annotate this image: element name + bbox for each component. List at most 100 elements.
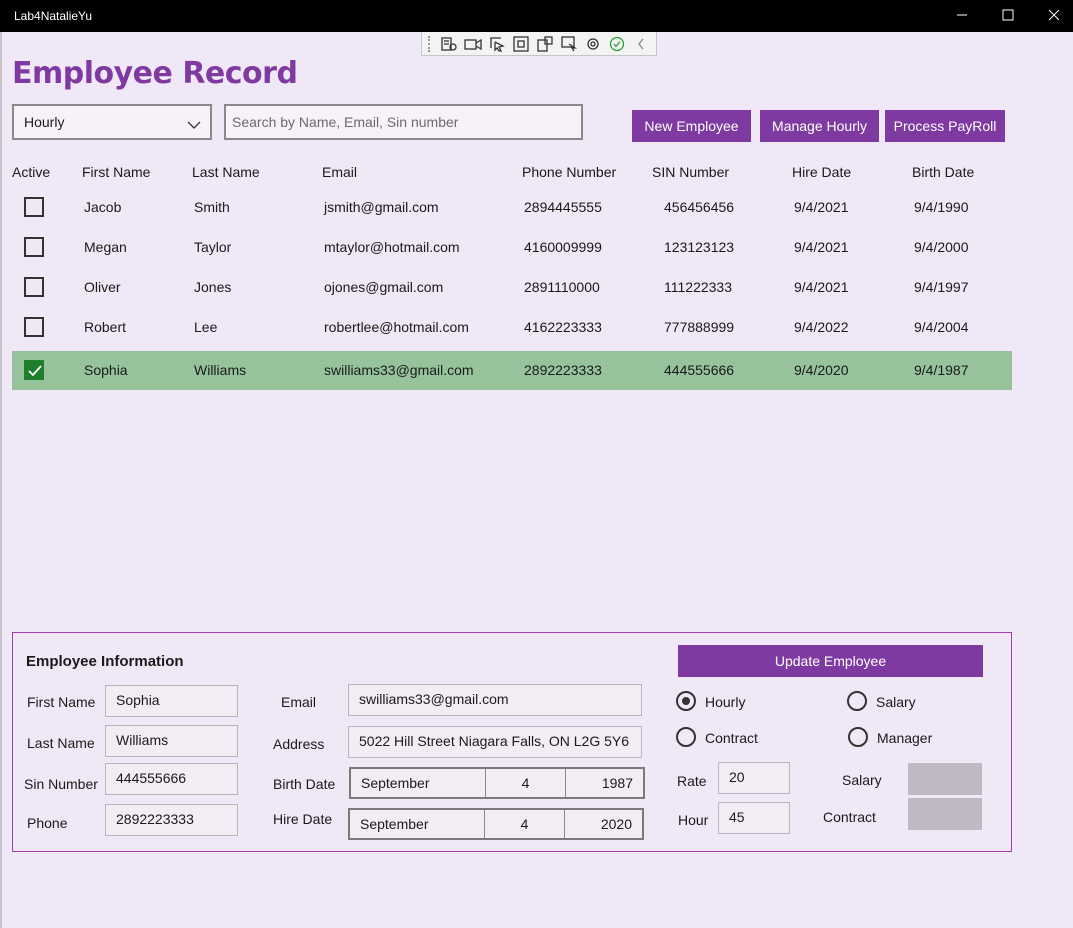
hire-day[interactable]: 4 xyxy=(485,810,565,838)
salary-radio[interactable] xyxy=(847,691,867,711)
table-row[interactable]: Oliver Jones ojones@gmail.com 2891110000… xyxy=(12,268,1012,308)
hire-month[interactable]: September xyxy=(350,810,485,838)
live-visual-tree-icon[interactable] xyxy=(440,35,459,53)
cell-phone: 2894445555 xyxy=(524,199,602,215)
hire-date-label: Hire Date xyxy=(273,811,333,827)
active-checkbox-checked[interactable] xyxy=(24,360,44,380)
cell-last-name: Williams xyxy=(194,362,247,378)
rate-field[interactable]: 20 xyxy=(718,762,790,794)
display-layout-adorners-icon[interactable] xyxy=(512,35,531,53)
maximize-button[interactable] xyxy=(985,0,1031,32)
minimize-button[interactable] xyxy=(939,0,985,32)
salary-label: Salary xyxy=(842,772,882,788)
col-header-hire-date[interactable]: Hire Date xyxy=(792,164,851,180)
active-checkbox[interactable] xyxy=(24,277,44,297)
col-header-email[interactable]: Email xyxy=(322,164,357,180)
cell-birth-date: 9/4/1987 xyxy=(914,362,969,378)
update-employee-button[interactable]: Update Employee xyxy=(678,645,983,677)
salary-field-disabled xyxy=(908,763,982,795)
address-field[interactable]: 5022 Hill Street Niagara Falls, ON L2G 5… xyxy=(348,726,642,758)
first-name-field[interactable]: Sophia xyxy=(105,685,238,717)
cell-email: robertlee@hotmail.com xyxy=(324,319,469,335)
table-row[interactable]: Jacob Smith jsmith@gmail.com 2894445555 … xyxy=(12,188,1012,228)
last-name-field[interactable]: Williams xyxy=(105,725,238,757)
minimize-icon xyxy=(956,8,968,24)
new-employee-button[interactable]: New Employee xyxy=(632,110,751,142)
birth-day[interactable]: 4 xyxy=(486,769,566,797)
camera-icon[interactable] xyxy=(464,35,483,53)
birth-month[interactable]: September xyxy=(351,769,486,797)
col-header-sin[interactable]: SIN Number xyxy=(652,164,729,180)
contract-field-disabled xyxy=(908,798,982,830)
col-header-birth-date[interactable]: Birth Date xyxy=(912,164,974,180)
rate-label: Rate xyxy=(677,773,707,789)
process-payroll-button[interactable]: Process PayRoll xyxy=(885,110,1005,142)
cell-first-name: Megan xyxy=(84,239,127,255)
cell-sin: 111222333 xyxy=(664,279,732,295)
table-row[interactable]: Robert Lee robertlee@hotmail.com 4162223… xyxy=(12,308,1012,348)
birth-date-picker[interactable]: September 4 1987 xyxy=(349,767,645,799)
cell-email: jsmith@gmail.com xyxy=(324,199,439,215)
col-header-last-name[interactable]: Last Name xyxy=(192,164,260,180)
phone-field[interactable]: 2892223333 xyxy=(105,804,238,836)
hire-date-picker[interactable]: September 4 2020 xyxy=(348,808,644,840)
cell-sin: 123123123 xyxy=(664,239,735,255)
table-row-selected[interactable]: Sophia Williams swilliams33@gmail.com 28… xyxy=(12,351,1012,390)
manager-radio-label[interactable]: Manager xyxy=(877,730,932,746)
hot-reload-icon[interactable] xyxy=(560,35,579,53)
col-header-first-name[interactable]: First Name xyxy=(82,164,150,180)
active-checkbox[interactable] xyxy=(24,317,44,337)
cell-email: ojones@gmail.com xyxy=(324,279,444,295)
sin-number-field[interactable]: 444555666 xyxy=(105,763,238,795)
hour-field[interactable]: 45 xyxy=(718,802,790,834)
contract-radio[interactable] xyxy=(676,727,696,747)
manage-hourly-button[interactable]: Manage Hourly xyxy=(760,110,879,142)
hire-year[interactable]: 2020 xyxy=(565,810,642,838)
phone-label: Phone xyxy=(27,815,68,831)
first-name-label: First Name xyxy=(27,694,96,710)
page-title: Employee Record xyxy=(12,56,298,91)
cell-first-name: Oliver xyxy=(84,279,121,295)
select-element-icon[interactable] xyxy=(488,35,507,53)
email-field[interactable]: swilliams33@gmail.com xyxy=(348,684,642,716)
cell-sin: 456456456 xyxy=(664,199,735,215)
col-header-active[interactable]: Active xyxy=(12,164,50,180)
checkmark-icon[interactable] xyxy=(608,35,627,53)
close-icon xyxy=(1048,8,1060,24)
cell-hire-date: 9/4/2020 xyxy=(794,362,849,378)
cell-birth-date: 9/4/2000 xyxy=(914,239,969,255)
cell-phone: 2892223333 xyxy=(524,362,602,378)
cell-first-name: Jacob xyxy=(84,199,122,215)
info-heading: Employee Information xyxy=(26,653,184,670)
binding-failures-icon[interactable] xyxy=(584,35,603,53)
cell-email: mtaylor@hotmail.com xyxy=(324,239,460,255)
search-input[interactable] xyxy=(224,104,583,140)
active-checkbox[interactable] xyxy=(24,237,44,257)
hour-label: Hour xyxy=(678,812,709,828)
birth-year[interactable]: 1987 xyxy=(566,769,643,797)
cell-hire-date: 9/4/2021 xyxy=(794,199,849,215)
hourly-radio[interactable] xyxy=(676,691,696,711)
salary-radio-label[interactable]: Salary xyxy=(876,694,916,710)
email-label: Email xyxy=(281,694,317,710)
employee-type-filter[interactable]: Hourly xyxy=(12,104,212,140)
cell-last-name: Smith xyxy=(194,199,230,215)
track-focus-icon[interactable] xyxy=(536,35,555,53)
cell-birth-date: 9/4/1997 xyxy=(914,279,969,295)
contract-radio-label[interactable]: Contract xyxy=(705,730,758,746)
maximize-icon xyxy=(1002,8,1014,24)
close-button[interactable] xyxy=(1031,0,1073,32)
toolbar-grip[interactable] xyxy=(428,35,434,52)
col-header-phone[interactable]: Phone Number xyxy=(522,164,616,180)
collapse-chevron-icon[interactable] xyxy=(632,35,651,53)
manager-radio[interactable] xyxy=(848,727,868,747)
table-row[interactable]: Megan Taylor mtaylor@hotmail.com 4160009… xyxy=(12,228,1012,268)
contract-label: Contract xyxy=(823,809,876,825)
filter-selected-value: Hourly xyxy=(24,114,65,130)
birth-date-label: Birth Date xyxy=(273,776,336,792)
sin-number-label: Sin Number xyxy=(24,776,98,792)
cell-birth-date: 9/4/1990 xyxy=(914,199,969,215)
hourly-radio-label[interactable]: Hourly xyxy=(705,694,745,710)
employee-info-panel: Employee Information First Name Sophia L… xyxy=(12,632,1012,852)
active-checkbox[interactable] xyxy=(24,197,44,217)
